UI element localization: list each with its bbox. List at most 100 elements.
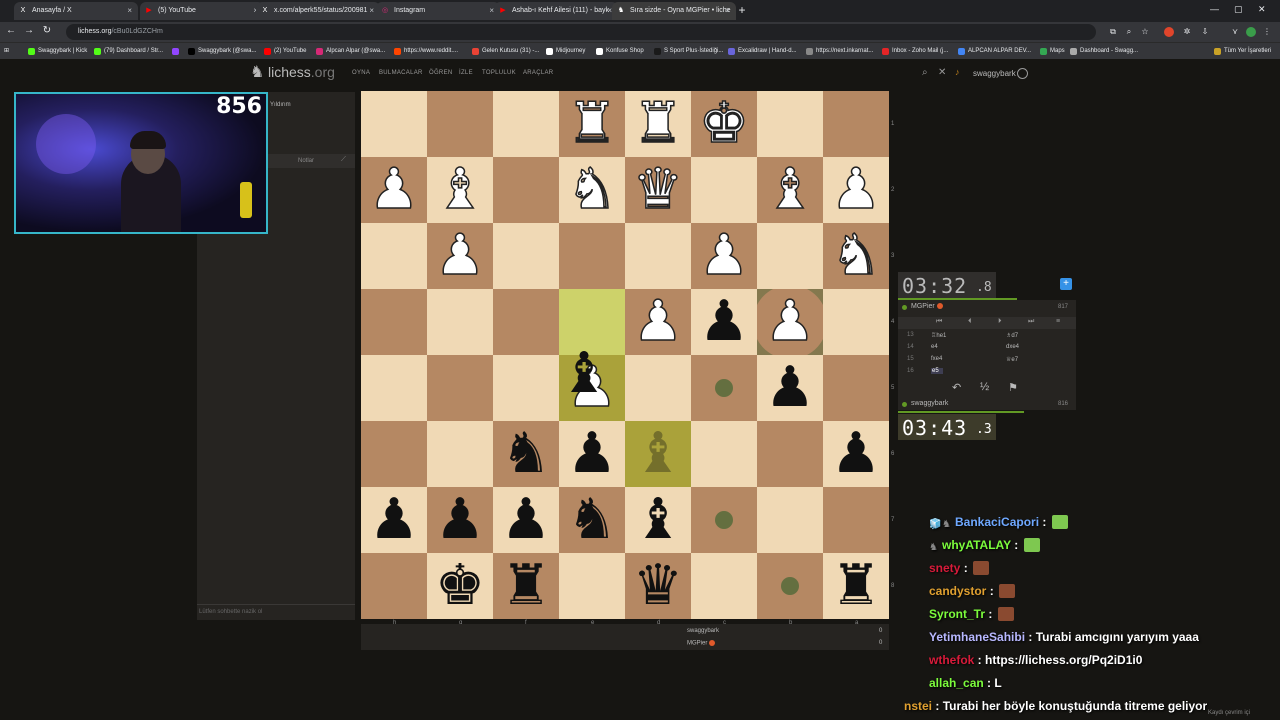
- white-rook-piece[interactable]: ♜: [625, 90, 691, 157]
- board-square[interactable]: [757, 421, 823, 487]
- board-square[interactable]: [361, 91, 427, 157]
- bookmark-item[interactable]: https://www.reddit....: [394, 45, 458, 57]
- prev-move-icon[interactable]: ⏴: [968, 318, 972, 326]
- board-square[interactable]: [559, 223, 625, 289]
- white-pawn-piece[interactable]: ♟: [427, 222, 493, 289]
- puzzle-icon[interactable]: ✲: [1182, 27, 1192, 37]
- nav-tools[interactable]: ARAÇLAR: [523, 70, 553, 76]
- white-bishop-piece[interactable]: ♝: [427, 156, 493, 223]
- browser-tab[interactable]: ▶(5) YouTube×: [140, 2, 264, 20]
- black-rook-piece[interactable]: ♜: [493, 553, 559, 619]
- black-queen-piece[interactable]: ♛: [625, 553, 691, 619]
- legal-move-dot[interactable]: [781, 577, 799, 595]
- reload-icon[interactable]: ↻: [40, 25, 54, 36]
- chat-username[interactable]: candystor: [929, 584, 986, 598]
- tab-close-icon[interactable]: ×: [369, 2, 374, 20]
- search-icon[interactable]: ⌕: [922, 67, 928, 78]
- chat-username[interactable]: whyATALAY: [942, 538, 1011, 552]
- board-square[interactable]: [559, 553, 625, 619]
- chat-username[interactable]: nstei: [904, 699, 932, 713]
- tab-close-icon[interactable]: ×: [127, 2, 132, 20]
- white-king-piece[interactable]: ♚: [691, 90, 757, 157]
- bookmark-item[interactable]: Konfuse Shop: [596, 45, 644, 57]
- bookmark-item[interactable]: Dashboard - Swagg...: [1070, 45, 1138, 57]
- legal-move-dot[interactable]: [715, 379, 733, 397]
- tab-search-icon[interactable]: ⋎: [1230, 27, 1240, 37]
- black-move[interactable]: ♕e7: [1006, 356, 1018, 363]
- profile-avatar-icon[interactable]: [1246, 27, 1256, 37]
- apps-grid-icon[interactable]: ⊞: [2, 45, 9, 57]
- white-pawn-piece[interactable]: ♟: [823, 156, 889, 223]
- browser-tab[interactable]: ♞ Sıra sizde - Oyna MGPier • liche ×: [612, 2, 736, 20]
- extension-icon[interactable]: [1164, 27, 1174, 37]
- black-pawn-piece[interactable]: ♟: [361, 487, 427, 553]
- bookmark-item[interactable]: Excalidraw | Hand-d...: [728, 45, 797, 57]
- nav-watch[interactable]: İZLE: [459, 70, 473, 76]
- notification-bell-icon[interactable]: ♪: [955, 67, 960, 77]
- board-square[interactable]: [493, 157, 559, 223]
- first-move-icon[interactable]: ⏮: [936, 318, 942, 326]
- chat-input[interactable]: Lütfen sohbette nazik ol: [197, 604, 355, 621]
- board-square[interactable]: [823, 289, 889, 355]
- black-bishop-dragging-piece[interactable]: ♝: [551, 341, 617, 407]
- bookmark-item[interactable]: Swaggybark | Kick: [28, 45, 87, 57]
- black-pawn-piece[interactable]: ♟: [691, 289, 757, 355]
- last-move-icon[interactable]: ⏭: [1028, 318, 1034, 326]
- install-icon[interactable]: ⧉: [1108, 27, 1118, 37]
- nav-community[interactable]: TOPLULUK: [482, 70, 516, 76]
- board-square[interactable]: [823, 487, 889, 553]
- menu-icon[interactable]: ≡: [1056, 318, 1060, 325]
- black-pawn-piece[interactable]: ♟: [427, 487, 493, 553]
- black-bishop-piece[interactable]: ♝: [625, 487, 691, 553]
- browser-tab[interactable]: X Anasayfa / X ×: [14, 2, 138, 20]
- close-icon[interactable]: ✕: [938, 67, 946, 78]
- notes-tab[interactable]: Notlar: [298, 158, 314, 164]
- board-square[interactable]: [427, 355, 493, 421]
- board-square[interactable]: [493, 223, 559, 289]
- black-pawn-piece[interactable]: ♟: [823, 421, 889, 487]
- bookmark-item[interactable]: Maps: [1040, 45, 1065, 57]
- board-square[interactable]: [427, 91, 493, 157]
- minimize-icon[interactable]: —: [1210, 4, 1219, 14]
- board-square[interactable]: [757, 223, 823, 289]
- chat-toggle-icon[interactable]: ⟋: [341, 156, 346, 164]
- chat-username[interactable]: wthefok: [929, 653, 974, 667]
- black-knight-piece[interactable]: ♞: [559, 487, 625, 553]
- chat-username[interactable]: snety: [929, 561, 960, 575]
- white-move[interactable]: ♖he1: [931, 332, 946, 339]
- board-square[interactable]: [427, 421, 493, 487]
- white-pawn-piece[interactable]: ♟: [757, 288, 823, 355]
- add-time-button[interactable]: +: [1060, 278, 1072, 290]
- black-pawn-piece[interactable]: ♟: [559, 421, 625, 487]
- board-square[interactable]: [493, 355, 559, 421]
- white-move[interactable]: fxe4: [931, 356, 942, 362]
- opponent-name[interactable]: MGPier: [902, 303, 943, 310]
- white-rook-piece[interactable]: ♜: [559, 90, 625, 157]
- forward-icon[interactable]: →: [22, 25, 36, 36]
- board-square[interactable]: [493, 91, 559, 157]
- user-menu[interactable]: swaggybark: [973, 69, 1016, 78]
- chat-username[interactable]: Syront_Tr: [929, 607, 985, 621]
- board-square[interactable]: [361, 355, 427, 421]
- bookmark-item[interactable]: (2) YouTube: [264, 45, 306, 57]
- white-move[interactable]: e5: [931, 368, 943, 374]
- all-bookmarks-link[interactable]: Tüm Yer İşaretleri: [1214, 45, 1271, 57]
- bookmark-item[interactable]: S Sport Plus·İstediği...: [654, 45, 723, 57]
- user-avatar-icon[interactable]: [1017, 68, 1028, 79]
- black-rook-piece[interactable]: ♜: [823, 553, 889, 619]
- black-move[interactable]: dxe4: [1006, 344, 1019, 350]
- bookmark-item[interactable]: Alpcan Alpar (@swa...: [316, 45, 385, 57]
- back-icon[interactable]: ←: [4, 25, 18, 36]
- board-square[interactable]: [625, 223, 691, 289]
- black-move[interactable]: ♗d7: [1006, 332, 1018, 339]
- browser-tab[interactable]: ◎ Instagram ×: [376, 2, 500, 20]
- lichess-logo[interactable]: ♞ lichess.org: [250, 64, 335, 81]
- black-pawn-piece[interactable]: ♟: [493, 487, 559, 553]
- next-move-icon[interactable]: ⏵: [998, 318, 1002, 326]
- new-tab-button[interactable]: +: [735, 3, 749, 17]
- takeback-icon[interactable]: ↶: [952, 381, 961, 394]
- bookmark-item[interactable]: ALPCAN ALPAR DEV...: [958, 45, 1031, 57]
- download-icon[interactable]: ⇩: [1200, 27, 1210, 37]
- board-square[interactable]: [757, 91, 823, 157]
- board-square[interactable]: [823, 91, 889, 157]
